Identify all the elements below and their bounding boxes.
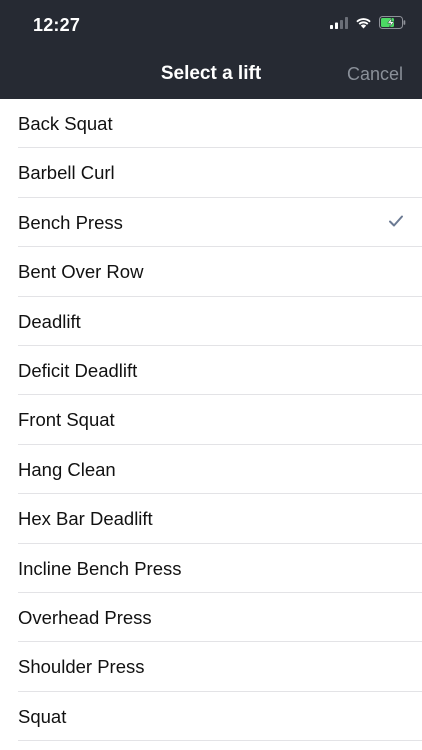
list-item-label: Hang Clean <box>18 458 116 480</box>
list-item-label: Overhead Press <box>18 606 152 628</box>
list-item-label: Hex Bar Deadlift <box>18 508 153 530</box>
list-item[interactable]: Bench Press <box>18 198 422 248</box>
list-item[interactable]: Bent Over Row <box>18 247 422 297</box>
list-item-label: Squat <box>18 705 67 727</box>
list-item-label: Deficit Deadlift <box>18 359 138 381</box>
lift-list: Back Squat Barbell Curl Bench Press Bent Ov… <box>0 99 422 742</box>
list-item-label: Incline Bench Press <box>18 557 182 579</box>
list-item-label: Front Squat <box>18 409 115 431</box>
list-item[interactable]: Incline Bench Press <box>18 544 422 593</box>
list-item[interactable]: Hex Bar Deadlift <box>18 494 422 544</box>
list-item[interactable]: Deficit Deadlift <box>18 346 422 396</box>
list-item-label: Bent Over Row <box>18 261 144 283</box>
list-item[interactable]: Squat <box>18 692 422 742</box>
list-item[interactable]: Back Squat <box>18 99 422 149</box>
wifi-icon <box>355 16 372 34</box>
status-bar: 12:27 <box>0 0 422 50</box>
battery-charging-icon <box>379 16 406 34</box>
status-time: 12:27 <box>33 15 81 35</box>
list-item[interactable]: Hang Clean <box>18 445 422 495</box>
header: 12:27 Select a lift Cancel <box>0 0 422 99</box>
cancel-button[interactable]: Cancel <box>347 64 403 85</box>
list-item-label: Shoulder Press <box>18 656 145 678</box>
list-item[interactable]: Shoulder Press <box>18 642 422 692</box>
list-item[interactable]: Barbell Curl <box>18 148 422 198</box>
list-item-label: Bench Press <box>18 211 123 233</box>
list-item-label: Barbell Curl <box>18 162 115 184</box>
status-icons <box>330 16 406 34</box>
list-item[interactable]: Front Squat <box>18 395 422 445</box>
list-item[interactable]: Overhead Press <box>18 593 422 643</box>
checkmark-icon <box>389 215 403 227</box>
list-item-label: Back Squat <box>18 113 113 134</box>
list-item[interactable]: Deadlift <box>18 297 422 346</box>
list-item-label: Deadlift <box>18 310 81 332</box>
cellular-signal-icon <box>330 16 348 34</box>
nav-bar: Select a lift Cancel <box>0 50 422 99</box>
